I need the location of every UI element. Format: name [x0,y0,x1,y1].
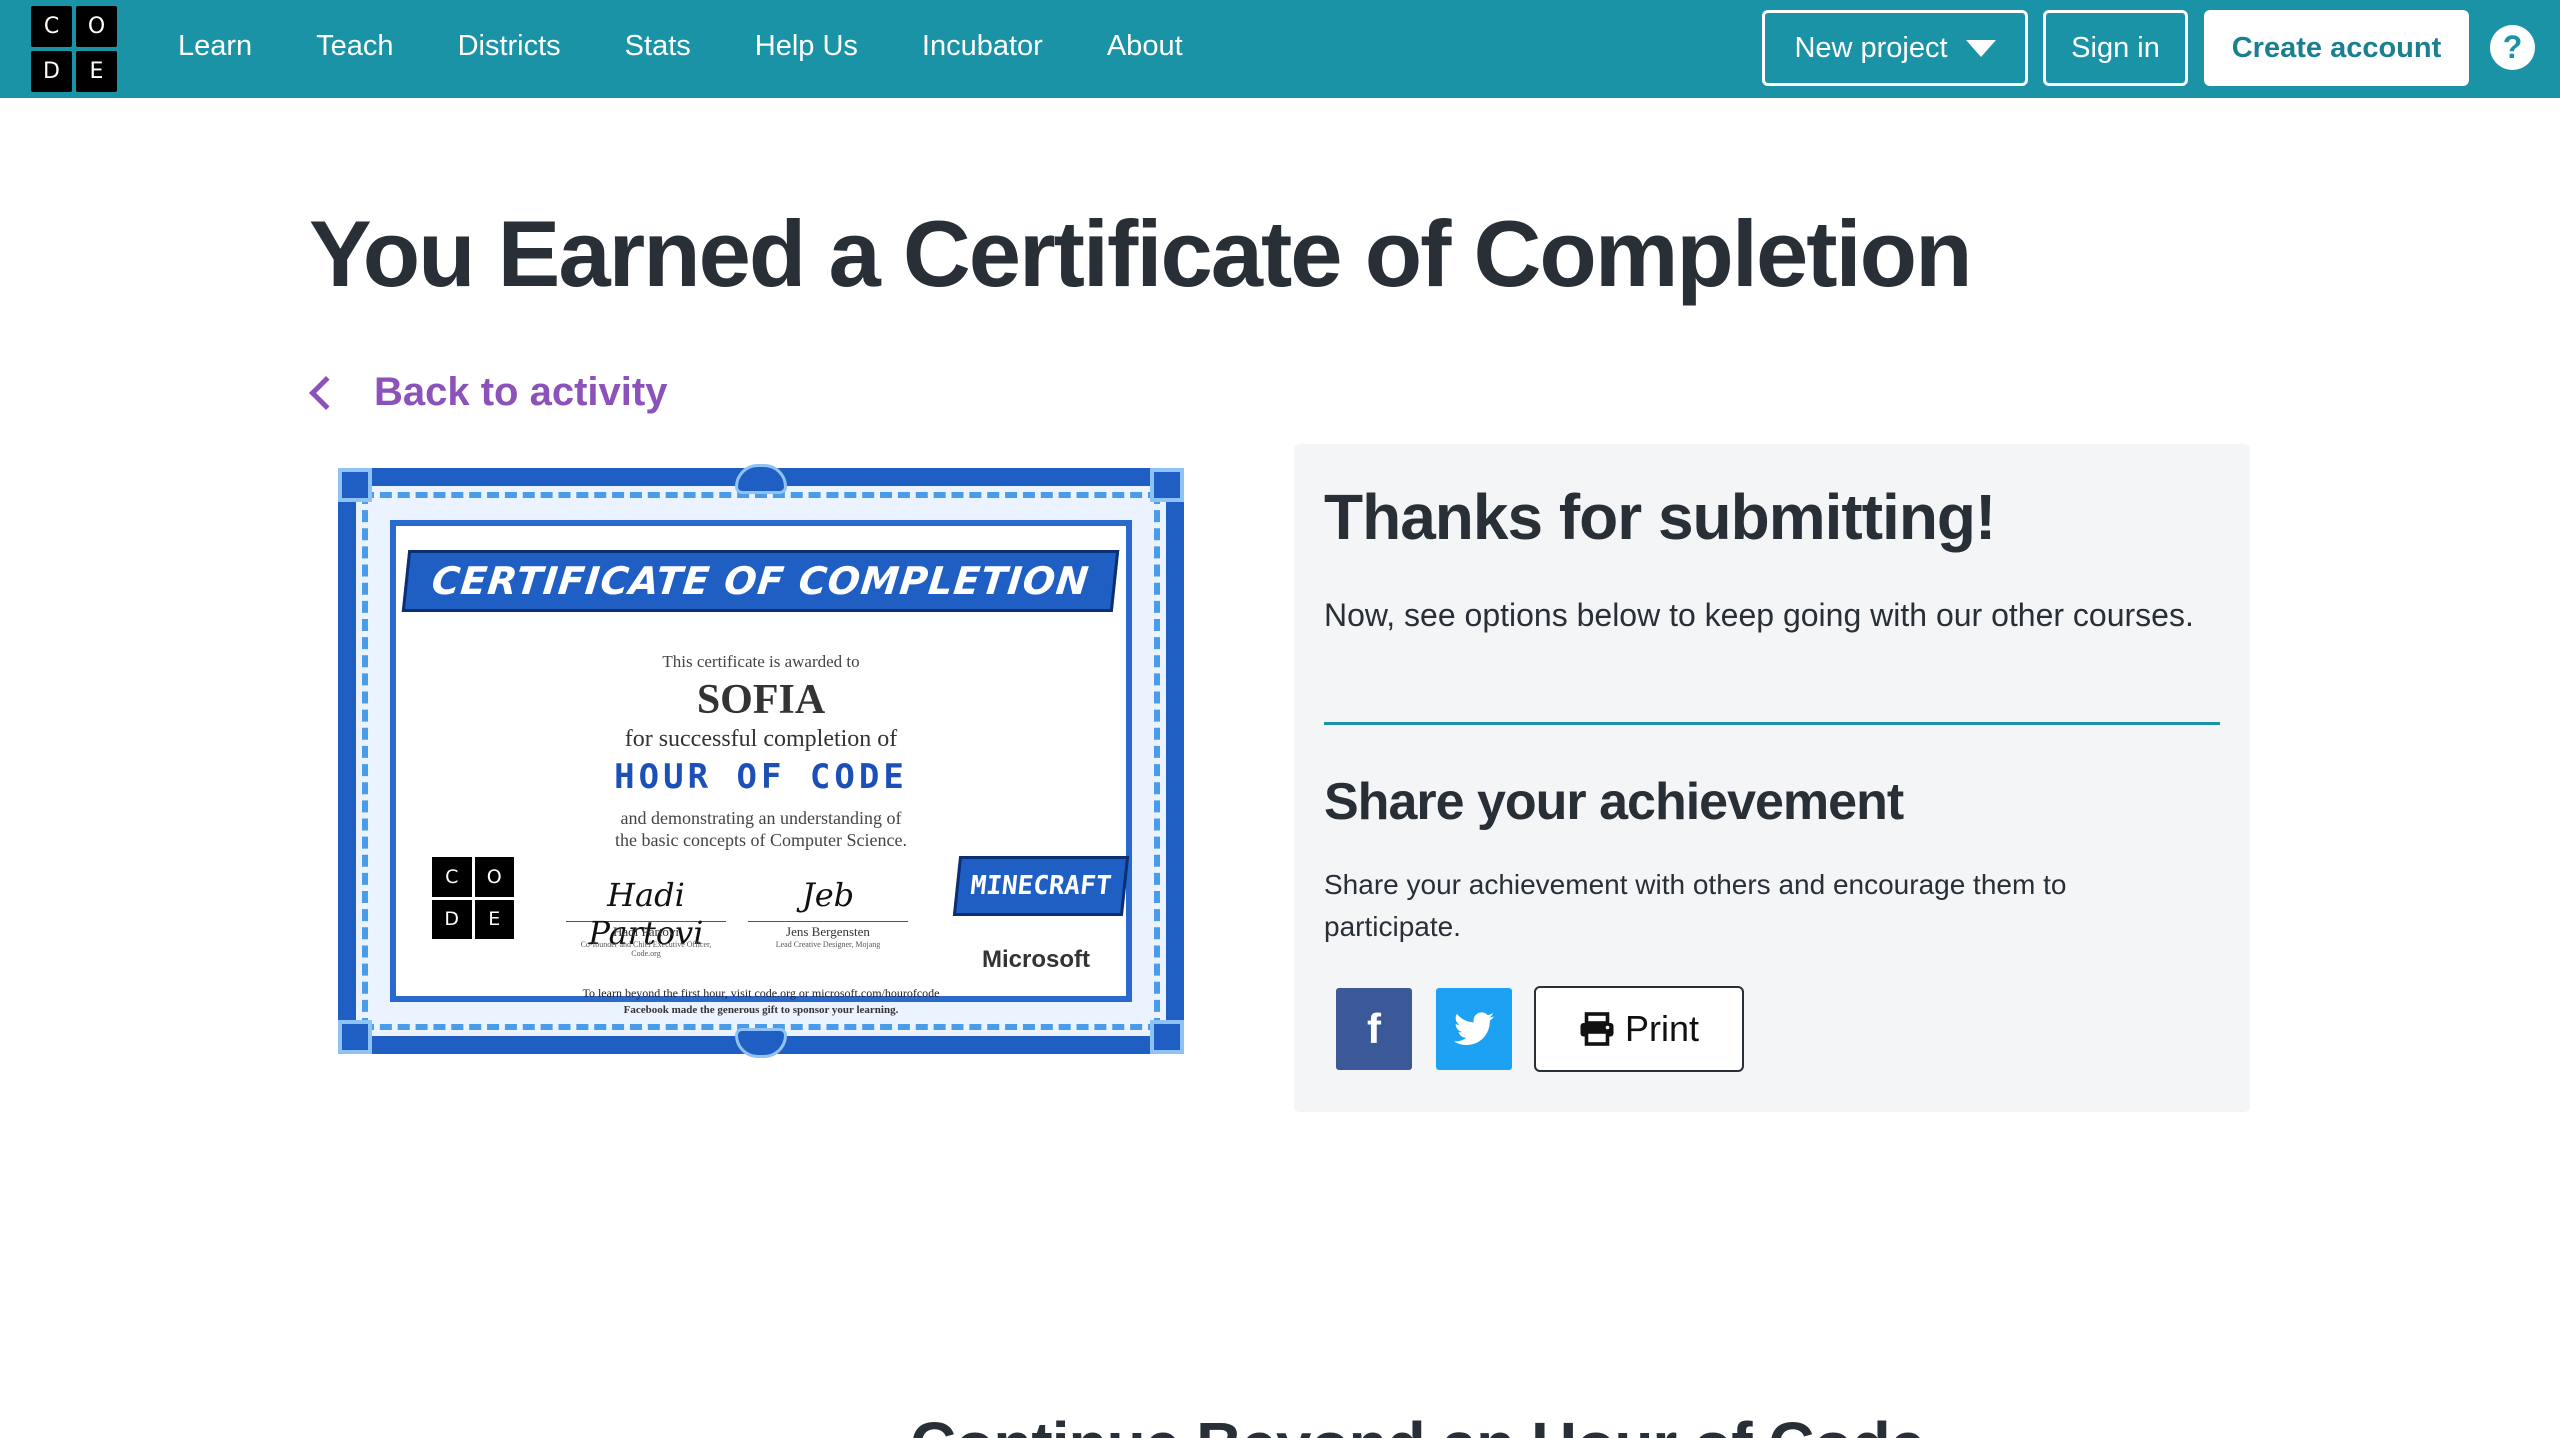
microsoft-logo: Microsoft [982,946,1090,973]
twitter-share-button[interactable] [1436,988,1512,1070]
top-nav-bar: C O D E Learn Teach Districts Stats Help… [0,0,2560,98]
chevron-left-icon [309,375,343,410]
print-label: Print [1624,1008,1700,1049]
certificate-heading: CERTIFICATE OF COMPLETION [402,550,1120,612]
facebook-share-button[interactable]: f [1336,988,1412,1070]
thanks-message: Now, see options below to keep going wit… [1324,597,2194,633]
twitter-icon [1454,1012,1494,1045]
certificate-course-name: HOUR OF CODE [614,757,908,797]
share-description: Share your achievement with others and e… [1324,869,2067,942]
facebook-icon: f [1367,1005,1381,1052]
thanks-heading: Thanks for submitting! [1324,481,1996,553]
minecraft-logo: MINECRAFT [952,856,1130,916]
nav-link-help-us[interactable]: Help Us [755,30,858,63]
logo-letter: D [31,51,72,92]
logo-letter: C [31,6,72,47]
new-project-button[interactable]: New project [1762,10,2028,86]
printer-icon [1580,1012,1614,1046]
continue-section-heading: Continue Beyond an Hour of Code [910,1408,1925,1438]
certificate-demonstrating-line: the basic concepts of Computer Science. [615,830,907,850]
sign-in-button[interactable]: Sign in [2043,10,2188,86]
signature-image: Jeb [748,876,908,922]
logo-letter: E [76,51,117,92]
certificate-awarded-text: This certificate is awarded to [662,652,860,671]
frame-corner-ornament [338,1020,372,1054]
help-icon[interactable]: ? [2490,25,2535,70]
nav-link-about[interactable]: About [1107,30,1183,63]
logo-letter: C [432,857,472,897]
frame-corner-ornament [338,468,372,502]
signature-block: Jeb Jens Bergensten Lead Creative Design… [748,876,908,949]
nav-link-stats[interactable]: Stats [625,30,691,63]
create-account-button[interactable]: Create account [2204,10,2469,86]
back-to-activity-link[interactable]: Back to activity [306,370,667,415]
nav-links: Learn Teach Districts Stats Help Us Incu… [178,0,1247,92]
certificate-recipient-name: SOFIA [696,677,826,723]
signature-block: Hadi Partovi Hadi Partovi Co-founder and… [566,876,726,958]
code-org-logo[interactable]: C O D E [31,6,117,92]
certificate-image: CERTIFICATE OF COMPLETION This certifica… [338,464,1184,1058]
nav-link-incubator[interactable]: Incubator [922,30,1043,63]
submission-panel: Thanks for submitting! Now, see options … [1294,444,2250,1112]
page-title: You Earned a Certificate of Completion [309,201,1972,306]
logo-letter: O [474,857,514,897]
frame-corner-ornament [1150,468,1184,502]
signer-role: Lead Creative Designer, Mojang [775,940,881,949]
certificate-body: CERTIFICATE OF COMPLETION This certifica… [390,520,1132,1016]
nav-link-learn[interactable]: Learn [178,30,252,63]
signer-name: Jens Bergensten [786,924,870,939]
frame-corner-ornament [1150,1020,1184,1054]
certificate-demonstrating-text: and demonstrating an understanding of th… [396,807,1126,851]
nav-link-districts[interactable]: Districts [458,30,561,63]
back-link-label: Back to activity [374,370,668,414]
new-project-label: New project [1794,31,1948,64]
certificate-code-logo: C O D E [432,857,514,939]
certificate-footer-text: To learn beyond the first hour, visit co… [582,986,940,1000]
logo-letter: D [432,899,472,939]
nav-link-teach[interactable]: Teach [316,30,393,63]
logo-letter: O [76,6,117,47]
certificate-for-text: for successful completion of [624,726,898,752]
signature-image: Hadi Partovi [566,876,726,952]
print-button[interactable]: Print [1534,986,1744,1072]
certificate-demonstrating-line: and demonstrating an understanding of [620,808,902,828]
caret-down-icon [1965,39,1996,57]
share-heading: Share your achievement [1324,773,1904,831]
section-divider [1324,722,2220,725]
certificate-sponsor-text: Facebook made the generous gift to spons… [623,1004,899,1016]
logo-letter: E [474,899,514,939]
